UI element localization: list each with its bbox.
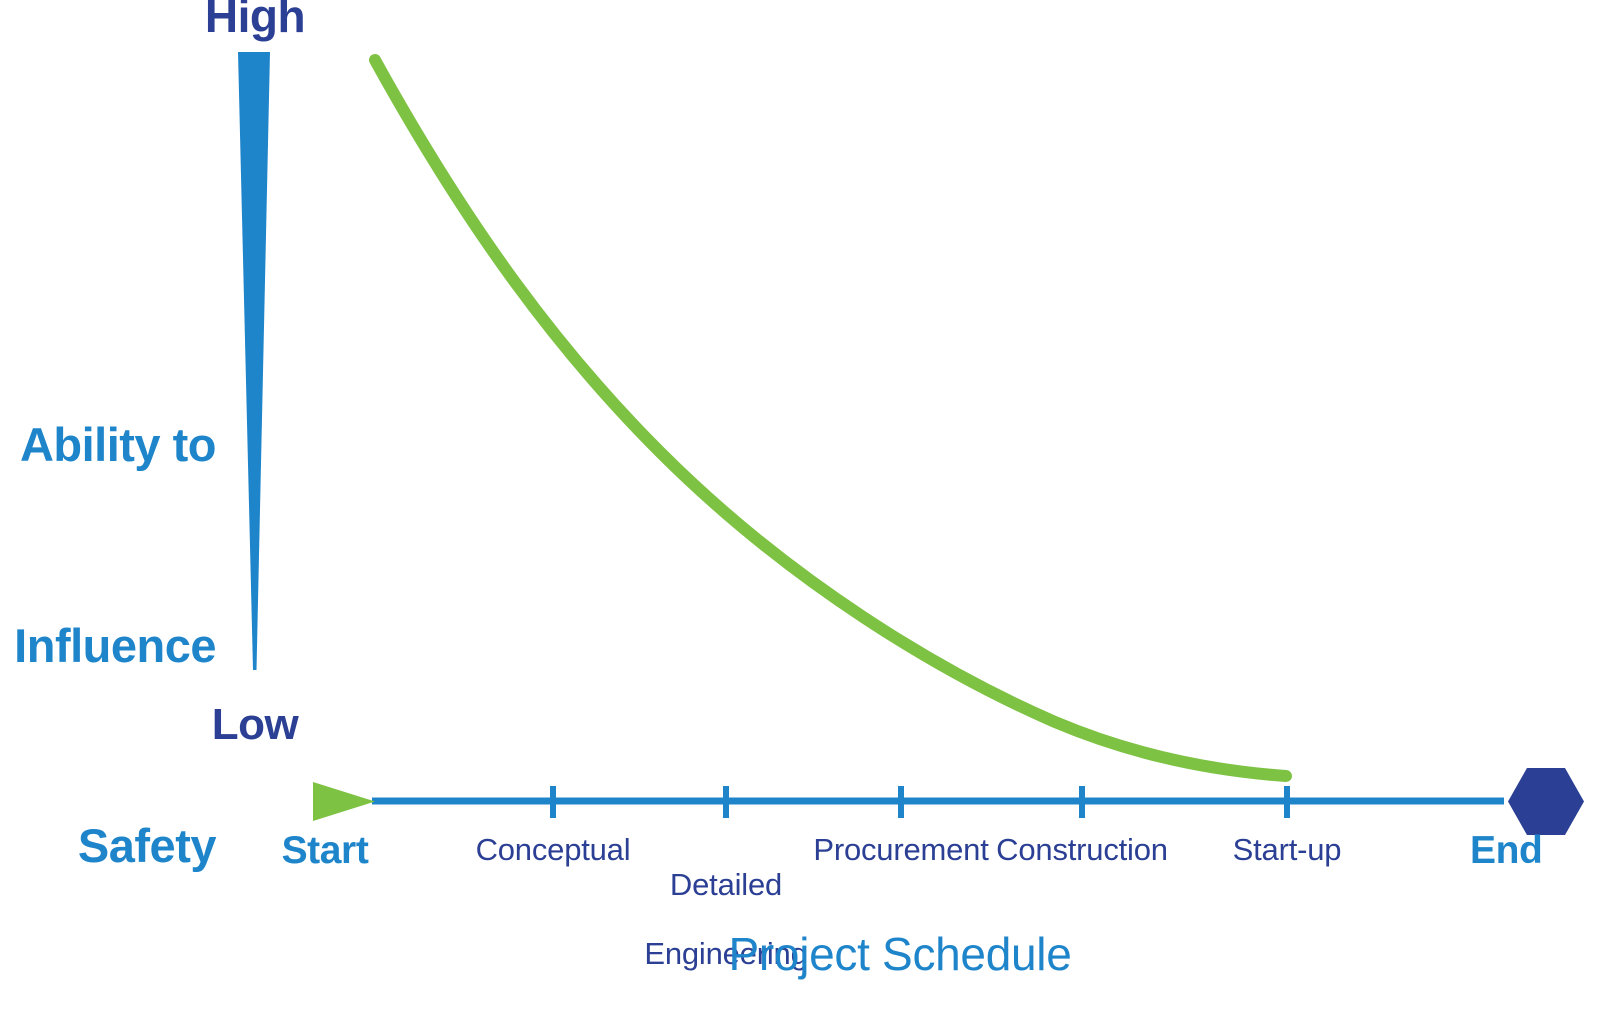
x-axis-title: Project Schedule bbox=[728, 928, 1072, 980]
influence-decay-curve bbox=[369, 54, 1292, 782]
start-triangle-marker bbox=[313, 782, 375, 821]
influence-safety-curve-chart: High Low Ability to Influence Safety Sta… bbox=[0, 0, 1600, 1032]
end-hexagon-marker bbox=[1508, 768, 1584, 835]
y-axis-high-label: High bbox=[204, 0, 306, 42]
tick-label-startup: Start-up bbox=[1232, 832, 1342, 867]
tick-label-detailed-line-1: Detailed bbox=[669, 866, 783, 902]
x-axis-end-label: End bbox=[1470, 829, 1543, 872]
y-axis-title-line-3: Safety bbox=[77, 818, 217, 872]
y-axis-title: Ability to Influence Safety bbox=[0, 279, 216, 1013]
y-axis-wedge bbox=[238, 52, 270, 670]
y-axis-title-line-2: Influence bbox=[14, 618, 216, 672]
y-axis-title-line-1: Ability to bbox=[19, 418, 217, 472]
x-axis-start-label: Start bbox=[281, 829, 369, 872]
